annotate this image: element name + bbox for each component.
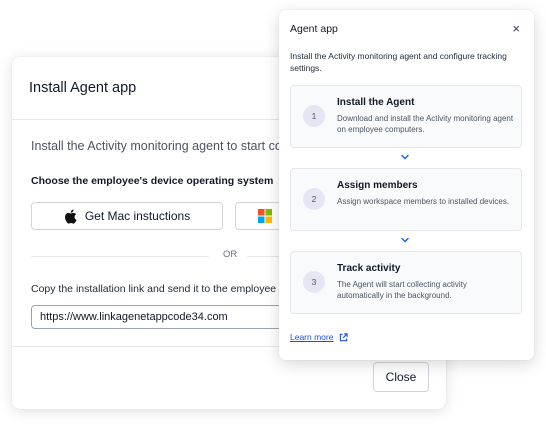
or-line-left (31, 256, 209, 257)
learn-more-label: Learn more (290, 332, 334, 342)
close-button[interactable]: Close (373, 362, 429, 392)
step-description: Download and install the Activity monito… (337, 114, 514, 134)
mac-button-label: Get Mac instuctions (84, 209, 191, 223)
step-title: Track activity (337, 263, 401, 274)
intro-text: Install the Activity monitoring agent to… (31, 139, 321, 153)
step-card-track: 3 Track activity The Agent will start co… (290, 251, 522, 314)
os-label: Choose the employee's device operating s… (31, 175, 292, 187)
chevron-down-icon (401, 154, 409, 160)
step-description: The Agent will start collecting activity… (337, 280, 467, 300)
windows-icon (258, 209, 272, 223)
step-number: 2 (303, 188, 325, 210)
or-text: OR (223, 249, 238, 260)
apple-icon (64, 209, 77, 224)
copy-link-label: Copy the installation link and send it t… (31, 283, 277, 295)
agent-app-panel: Agent app × Install the Activity monitor… (279, 10, 534, 360)
close-icon[interactable]: × (512, 21, 520, 36)
os-label-text: Choose the employee's device operating s… (31, 175, 274, 187)
modal-title: Install Agent app (29, 80, 137, 96)
external-link-icon (340, 332, 349, 341)
mac-instructions-button[interactable]: Get Mac instuctions (31, 202, 223, 230)
step-number: 1 (303, 105, 325, 127)
step-card-assign: 2 Assign members Assign workspace member… (290, 168, 522, 231)
step-title: Install the Agent (337, 97, 415, 108)
panel-title: Agent app (290, 23, 338, 35)
step-card-install: 1 Install the Agent Download and install… (290, 85, 522, 148)
chevron-down-icon (401, 237, 409, 243)
installation-link-input[interactable] (31, 305, 311, 329)
step-description: Assign workspace members to installed de… (337, 197, 510, 206)
panel-description: Install the Activity monitoring agent an… (290, 51, 507, 73)
learn-more-link[interactable]: Learn more (290, 332, 349, 342)
step-title: Assign members (337, 180, 418, 191)
step-number: 3 (303, 271, 325, 293)
